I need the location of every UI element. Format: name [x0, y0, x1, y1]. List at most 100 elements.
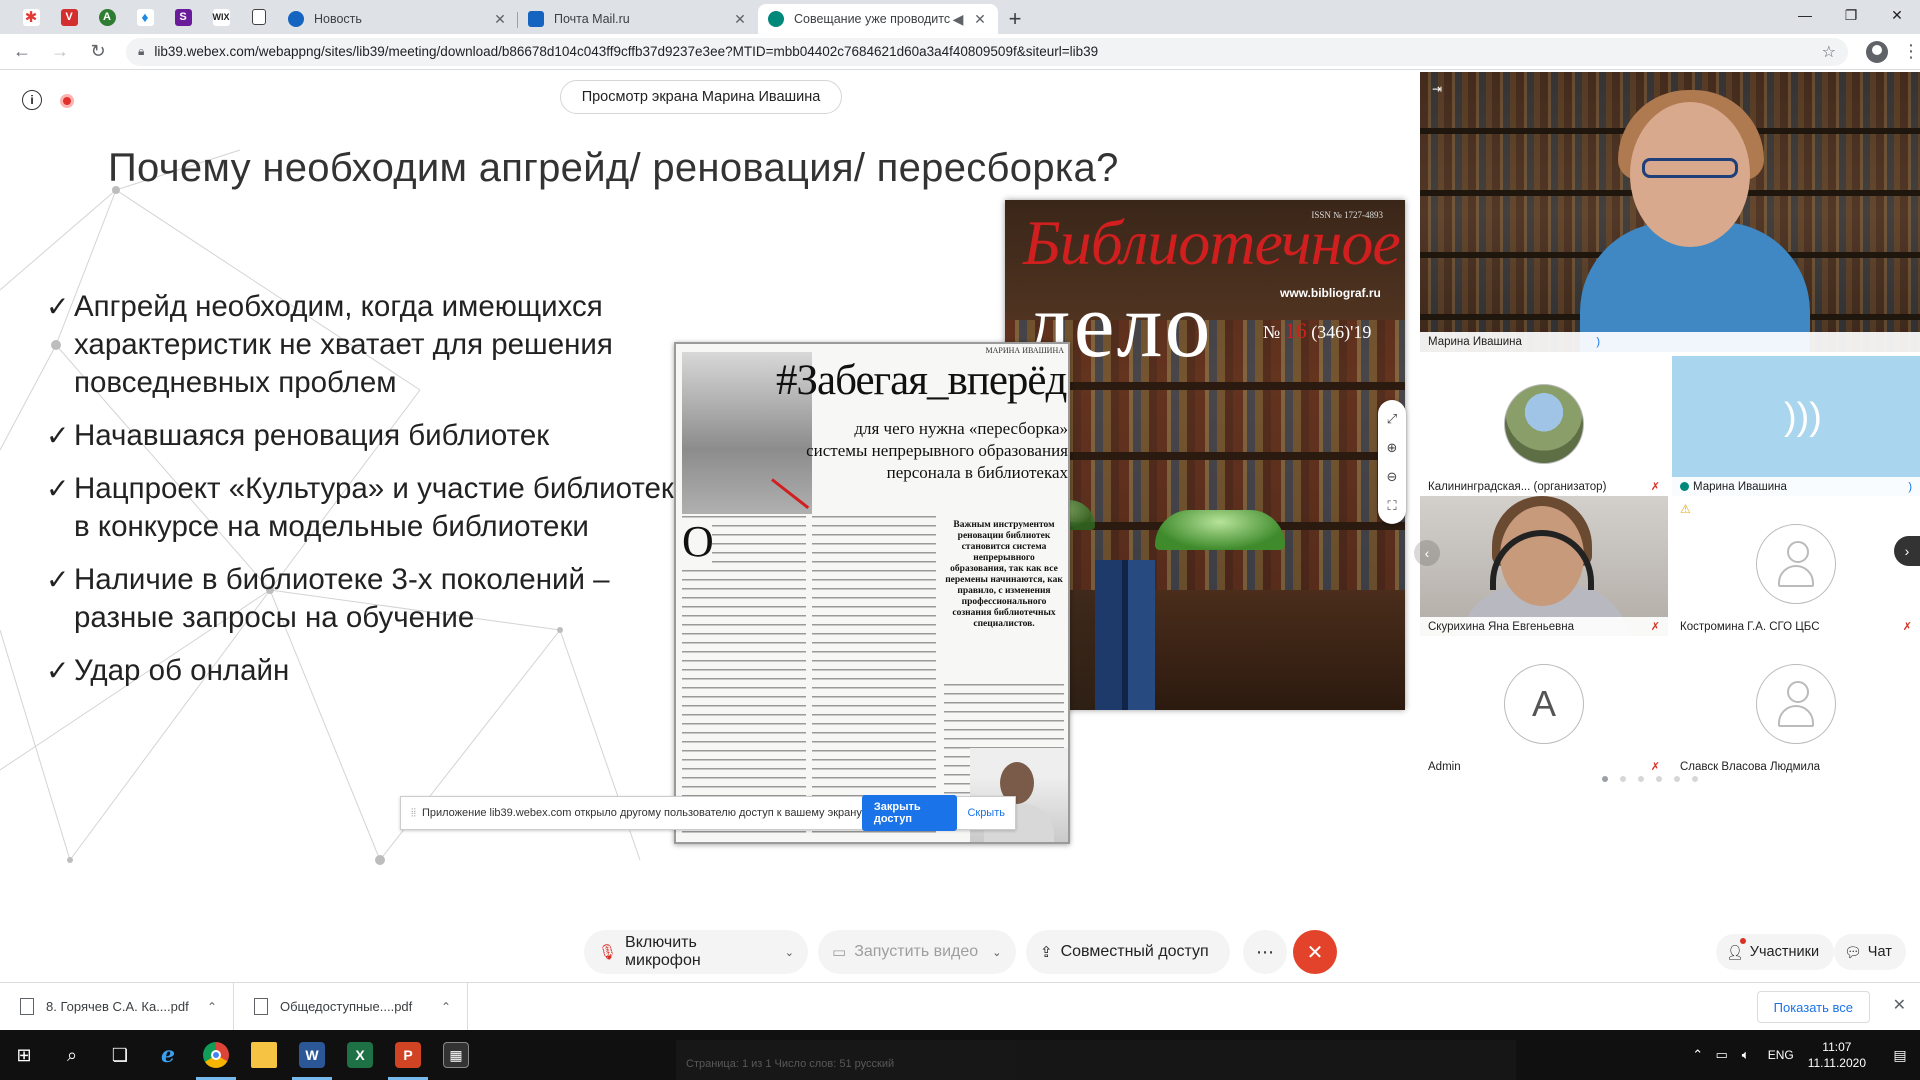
pinned-tab-5[interactable]: S: [164, 0, 202, 34]
webex-meeting: i Просмотр экрана Марина Ивашина Почему …: [0, 70, 1920, 982]
participant-tile[interactable]: ))) Марина Ивашина ): [1672, 356, 1920, 496]
chevron-down-icon[interactable]: ⌄: [992, 946, 1001, 959]
pinned-tab-1[interactable]: ✱: [12, 0, 50, 34]
task-view-icon[interactable]: ❏: [96, 1030, 144, 1080]
mail-favicon-icon: [528, 11, 544, 27]
tab-mail[interactable]: Почта Mail.ru ✕: [518, 4, 758, 34]
participant-tile[interactable]: Славск Власова Людмила: [1672, 636, 1920, 776]
active-speaker-video[interactable]: ⇥ Марина Ивашина ): [1420, 72, 1920, 352]
pager-dot[interactable]: [1692, 776, 1698, 782]
chevron-down-icon[interactable]: ⌄: [785, 946, 794, 959]
show-all-downloads-button[interactable]: Показать все: [1756, 991, 1870, 1023]
address-bar[interactable]: 🔒︎ lib39.webex.com/webappng/sites/lib39/…: [126, 37, 1848, 66]
clock-time: 11:07: [1822, 1040, 1852, 1054]
edge-app-icon[interactable]: e: [144, 1030, 192, 1080]
video-camera-icon: ▭: [832, 944, 847, 961]
pager-dot[interactable]: [1620, 776, 1626, 782]
fullscreen-icon[interactable]: ⛶: [1387, 499, 1396, 512]
calculator-app-icon[interactable]: ▦: [432, 1030, 480, 1080]
share-button[interactable]: ⇪ Совместный доступ: [1026, 930, 1230, 974]
pager-dot[interactable]: [1656, 776, 1662, 782]
zoom-out-icon[interactable]: ⊖: [1387, 470, 1398, 483]
issue-total: (346)'19: [1311, 322, 1372, 342]
forward-arrow-icon[interactable]: →: [44, 36, 76, 68]
previous-page-arrow-icon[interactable]: ‹: [1414, 540, 1440, 566]
participant-pager: [1602, 776, 1698, 782]
tab-meeting[interactable]: Совещание уже проводитс ◀︎ ✕: [758, 4, 998, 34]
profile-avatar-icon[interactable]: [1866, 40, 1888, 63]
meeting-info-icon[interactable]: i: [22, 90, 42, 110]
restore-icon[interactable]: ❐: [1828, 0, 1874, 30]
bullet-text: Наличие в библиотеке 3-х поколений – раз…: [74, 563, 610, 634]
zoom-in-icon[interactable]: ⊕: [1387, 441, 1398, 454]
download-item[interactable]: 8. Горячев С.А. Ка....pdf ⌃: [0, 982, 234, 1031]
slide-bullet: ✓ Апгрейд необходим, когда имеющихся хара…: [46, 288, 686, 402]
participant-tile[interactable]: Скурихина Яна Евгеньевна ✗: [1420, 496, 1668, 636]
status-dot-icon: [1680, 482, 1689, 491]
next-page-arrow-icon[interactable]: ›: [1894, 536, 1920, 566]
input-language[interactable]: ENG: [1768, 1048, 1794, 1062]
close-tab-icon[interactable]: ✕: [732, 11, 748, 28]
leave-meeting-button[interactable]: ✕: [1293, 930, 1337, 974]
url-text[interactable]: lib39.webex.com/webappng/sites/lib39/mee…: [154, 44, 1821, 59]
close-tab-icon[interactable]: ✕: [492, 11, 508, 28]
browser-menu-icon[interactable]: ⋮: [1902, 41, 1920, 62]
pinned-tab-6[interactable]: WIX: [202, 0, 240, 34]
article-headline: #Забегая_вперёд:: [776, 357, 1070, 404]
newspaper-article-image: МАРИНА ИВАШИНА #Забегая_вперёд: для чего…: [674, 342, 1070, 844]
checkmark-icon: ✓: [46, 473, 70, 504]
lock-icon[interactable]: 🔒︎: [138, 44, 144, 59]
system-tray: ⌃ ▭ 🔈︎ ENG 11:07 11.11.2020 ▤: [1686, 1030, 1920, 1080]
excel-app-icon[interactable]: X: [336, 1030, 384, 1080]
bookmark-star-icon[interactable]: ☆: [1822, 42, 1836, 62]
speaker-icon[interactable]: ◀︎: [950, 11, 966, 28]
slide-bullet: ✓ Удар об онлайн: [46, 652, 686, 690]
pager-dot[interactable]: [1602, 776, 1608, 782]
participants-button[interactable]: 👤︎ Участники: [1716, 934, 1834, 970]
start-video-label: Запустить видео: [854, 943, 979, 960]
pager-dot[interactable]: [1674, 776, 1680, 782]
notifications-icon[interactable]: ▤: [1880, 1047, 1920, 1064]
chat-button[interactable]: 💬︎ Чат: [1834, 934, 1906, 970]
chrome-app-icon[interactable]: [192, 1030, 240, 1080]
close-downloads-icon[interactable]: ✕: [1893, 995, 1906, 1015]
volume-icon[interactable]: 🔈︎: [1734, 1047, 1758, 1063]
clock[interactable]: 11:07 11.11.2020: [1808, 1039, 1866, 1071]
download-item[interactable]: Общедоступные....pdf ⌃: [234, 982, 468, 1031]
more-options-icon[interactable]: ⋯: [1243, 930, 1287, 974]
pinned-tab-4[interactable]: ♦: [126, 0, 164, 34]
minimize-icon[interactable]: —: [1782, 0, 1828, 30]
tab-novost[interactable]: Новость ✕: [278, 4, 518, 34]
pinned-tab-7[interactable]: [240, 0, 278, 34]
participant-name: Славск Власова Людмила: [1680, 760, 1821, 773]
stop-sharing-button[interactable]: Закрыть доступ: [861, 795, 958, 831]
collapse-panel-icon[interactable]: ⇥: [1432, 82, 1442, 96]
close-tab-icon[interactable]: ✕: [972, 11, 988, 28]
checkmark-icon: ✓: [46, 564, 70, 595]
reload-icon[interactable]: ↻: [82, 36, 114, 68]
pinned-tab-2[interactable]: V: [50, 0, 88, 34]
hide-notification-link[interactable]: Скрыть: [967, 807, 1005, 819]
close-window-icon[interactable]: ✕: [1874, 0, 1920, 30]
fit-screen-icon[interactable]: ⤢: [1387, 412, 1397, 425]
search-icon[interactable]: ⌕: [48, 1030, 96, 1080]
chevron-up-icon[interactable]: ⌃: [1686, 1047, 1710, 1063]
pinned-tab-3[interactable]: A: [88, 0, 126, 34]
file-explorer-icon[interactable]: [240, 1030, 288, 1080]
pager-dot[interactable]: [1638, 776, 1644, 782]
back-arrow-icon[interactable]: ←: [6, 36, 38, 68]
network-icon[interactable]: ▭: [1710, 1047, 1734, 1063]
participant-tile[interactable]: Калининградская... (организатор) ✗: [1420, 356, 1668, 496]
word-app-icon[interactable]: W: [288, 1030, 336, 1080]
start-video-button[interactable]: ▭ Запустить видео ⌄: [818, 930, 1016, 974]
chevron-up-icon[interactable]: ⌃: [441, 1000, 451, 1014]
recording-indicator-icon[interactable]: [60, 94, 74, 108]
windows-start-icon[interactable]: ⊞: [0, 1030, 48, 1080]
powerpoint-app-icon[interactable]: P: [384, 1030, 432, 1080]
unmute-button[interactable]: 🎙︎ Включить микрофон ⌄: [584, 930, 808, 974]
participant-tile[interactable]: A Admin ✗: [1420, 636, 1668, 776]
participant-tile[interactable]: ⚠ Костромина Г.А. СГО ЦБС ✗: [1672, 496, 1920, 636]
chevron-up-icon[interactable]: ⌃: [207, 1000, 217, 1014]
drag-handle-icon[interactable]: ⦙⦙: [411, 807, 416, 820]
new-tab-button[interactable]: +: [998, 4, 1032, 34]
